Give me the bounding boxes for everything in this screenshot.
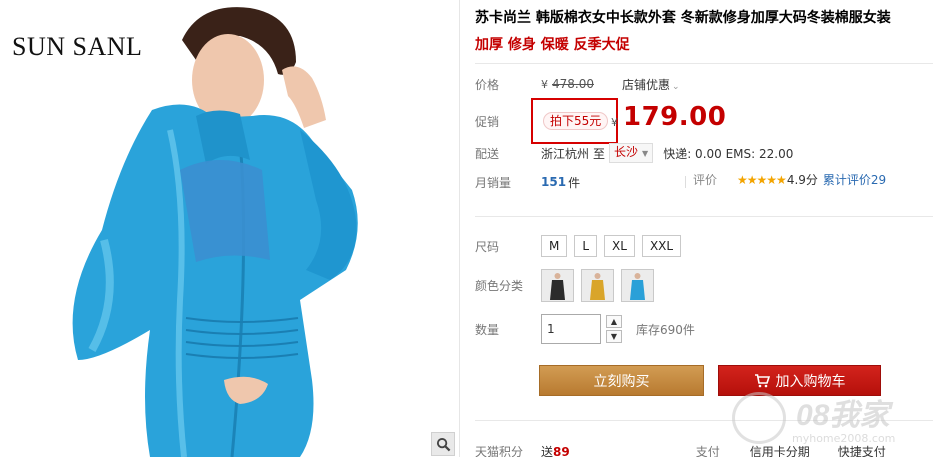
reviews-link[interactable]: 累计评价29	[823, 171, 886, 188]
watermark-url: myhome2008.com	[792, 432, 896, 445]
product-title: 苏卡尚兰 韩版棉衣女中长款外套 冬新款修身加厚大码冬装棉服女装	[475, 10, 891, 26]
coat-thumbnail-icon	[542, 269, 573, 301]
points-prefix: 送	[541, 444, 554, 457]
monthly-sales-unit: 件	[568, 175, 581, 190]
shop-discount-dropdown[interactable]: 店铺优惠 ⌄	[622, 76, 680, 93]
monthly-sales-label: 月销量	[475, 175, 512, 190]
size-row: 尺码 M L XL XXL	[475, 235, 682, 257]
rating-label: 评价	[693, 173, 718, 187]
shipping-fees: 快递: 0.00 EMS: 22.00	[663, 146, 794, 161]
price-currency: ¥	[541, 77, 548, 91]
coat-thumbnail-icon	[622, 269, 653, 301]
quantity-increase-button[interactable]: ▲	[606, 315, 622, 328]
chevron-down-icon: ⌄	[672, 81, 680, 92]
destination-value: 长沙	[614, 145, 639, 159]
quantity-stepper: ▲ ▼	[606, 315, 622, 343]
buy-now-button[interactable]: 立刻购买	[539, 365, 704, 396]
quantity-row: 数量 1 ▲ ▼ 库存690件	[475, 313, 695, 345]
house-logo-icon	[732, 392, 786, 444]
color-row: 颜色分类	[475, 268, 654, 302]
watermark: 08我家 myhome2008.com	[730, 388, 930, 454]
rating-stars-icon: ★★★★★	[737, 172, 787, 187]
original-price: 478.00	[552, 77, 594, 91]
price-row: 价格 ¥ 478.00 店铺优惠 ⌄	[475, 73, 680, 95]
product-photo	[72, 7, 358, 457]
shipping-label: 配送	[475, 146, 500, 161]
promo-tag[interactable]: 拍下55元	[543, 112, 609, 130]
magnifier-icon	[436, 437, 450, 451]
watermark-text: 08我家	[796, 399, 890, 432]
destination-select[interactable]: 长沙 ▼	[609, 143, 654, 163]
quantity-label: 数量	[475, 322, 500, 337]
divider	[685, 176, 686, 188]
shop-discount-label: 店铺优惠	[622, 77, 671, 92]
color-option-yellow[interactable]	[581, 268, 614, 302]
size-options: M L XL XXL	[541, 235, 682, 257]
quantity-input[interactable]: 1	[541, 314, 601, 344]
price-label: 价格	[475, 77, 500, 92]
product-image-panel[interactable]: SUN SANL	[0, 0, 460, 457]
divider	[475, 216, 933, 217]
promo-price: 179.00	[623, 102, 727, 132]
size-label: 尺码	[475, 239, 500, 254]
color-option-black[interactable]	[541, 268, 574, 302]
size-option-xxl[interactable]: XXL	[641, 235, 682, 257]
ship-from: 浙江杭州	[541, 146, 590, 161]
color-label: 颜色分类	[475, 278, 524, 293]
sales-row: 月销量 151 件	[475, 171, 580, 193]
quantity-decrease-button[interactable]: ▼	[606, 330, 622, 343]
monthly-sales-count: 151	[541, 175, 567, 189]
payment-label: 支付	[695, 444, 720, 457]
ship-to-word: 至	[593, 146, 606, 161]
points-label: 天猫积分	[475, 444, 524, 457]
brand-logo: SUN SANL	[12, 32, 143, 61]
rating-score: 4.9分	[786, 173, 818, 187]
caret-down-icon: ▼	[642, 149, 649, 158]
size-option-xl[interactable]: XL	[604, 235, 635, 257]
divider	[475, 63, 933, 64]
promo-currency: ¥	[611, 116, 618, 129]
color-options	[541, 268, 654, 302]
points-number: 89	[553, 444, 570, 457]
cart-icon	[754, 373, 770, 387]
zoom-button[interactable]	[431, 432, 455, 456]
product-subtitle: 加厚 修身 保暖 反季大促	[475, 37, 630, 53]
shipping-row: 配送 浙江杭州 至 长沙 ▼ 快递: 0.00 EMS: 22.00	[475, 142, 793, 164]
stock-count: 库存690件	[636, 322, 695, 337]
size-option-m[interactable]: M	[541, 235, 568, 257]
size-option-l[interactable]: L	[574, 235, 598, 257]
coat-thumbnail-icon	[582, 269, 613, 301]
color-option-blue[interactable]	[621, 268, 654, 302]
points-value: 送89	[541, 444, 570, 457]
rating-summary: 评价 ★★★★★ 4.9分 累计评价29	[693, 171, 886, 188]
